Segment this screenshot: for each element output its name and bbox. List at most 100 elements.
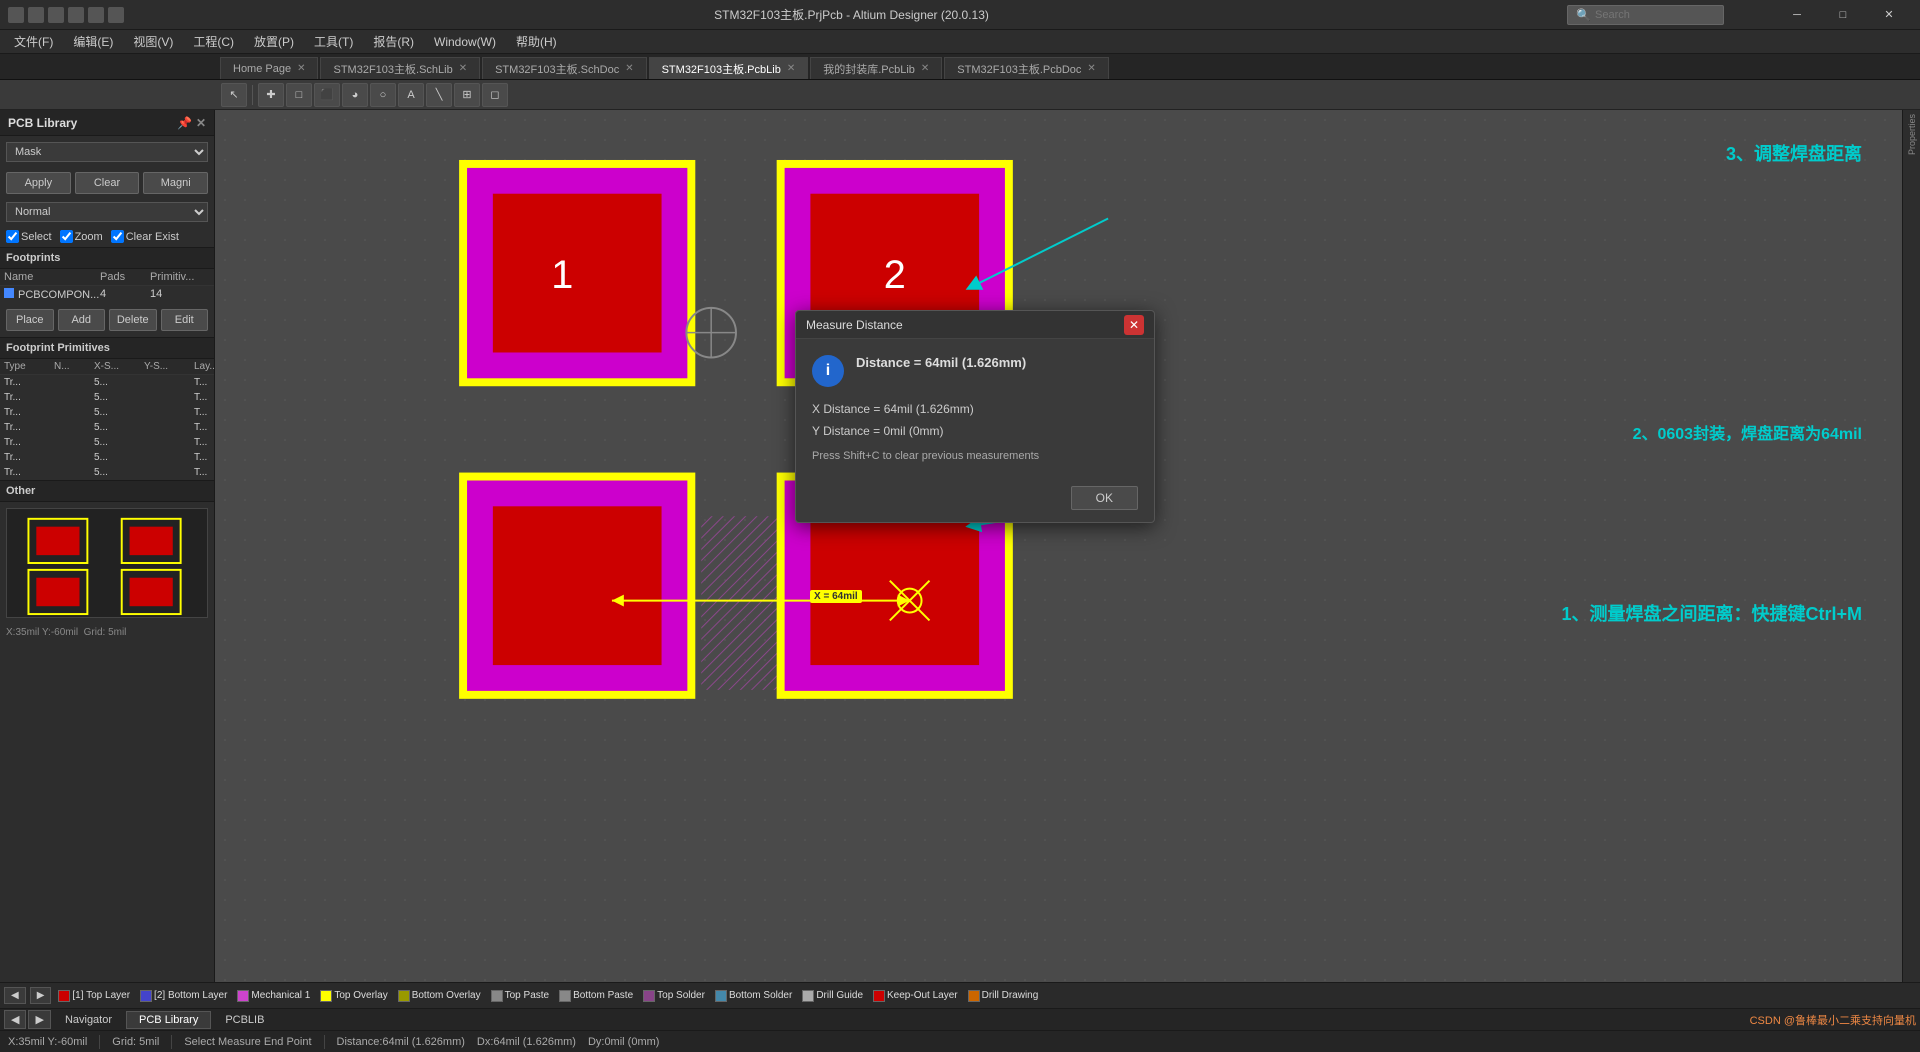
delete-button[interactable]: Delete bbox=[109, 309, 157, 331]
tab-pcblib-close[interactable]: ✕ bbox=[787, 63, 795, 74]
tab-schlib-close[interactable]: ✕ bbox=[459, 63, 467, 74]
place-button[interactable]: Place bbox=[6, 309, 54, 331]
layerbar-nav-prev[interactable]: ◀ bbox=[4, 987, 26, 1004]
layerbar-nav-next[interactable]: ▶ bbox=[30, 987, 52, 1004]
layer-keepout[interactable]: Keep-Out Layer bbox=[870, 990, 961, 1002]
panel-action-buttons: Apply Clear Magni bbox=[6, 172, 208, 194]
tab-homepage-close[interactable]: ✕ bbox=[297, 63, 305, 74]
tab-mypcblib-label: 我的封装库.PcbLib bbox=[823, 61, 915, 77]
normal-select[interactable]: Normal bbox=[6, 202, 208, 222]
toolbar-sep-1 bbox=[252, 85, 253, 105]
layer-drillguide[interactable]: Drill Guide bbox=[799, 990, 866, 1002]
tab-mypcblib[interactable]: 我的封装库.PcbLib ✕ bbox=[810, 57, 942, 79]
zoom-checkbox[interactable] bbox=[60, 230, 73, 243]
dialog-close-button[interactable]: ✕ bbox=[1124, 315, 1144, 335]
search-input[interactable] bbox=[1595, 9, 1715, 21]
menu-edit[interactable]: 编辑(E) bbox=[63, 31, 123, 52]
select-checkbox[interactable] bbox=[6, 230, 19, 243]
menu-view[interactable]: 视图(V) bbox=[123, 31, 183, 52]
search-box[interactable]: 🔍 bbox=[1567, 5, 1724, 25]
layer-top[interactable]: [1] Top Layer bbox=[55, 990, 133, 1002]
toolbar-btn-grid[interactable]: ⊞ bbox=[454, 83, 480, 107]
clearexist-checkbox-label[interactable]: Clear Exist bbox=[111, 230, 179, 243]
prim-row[interactable]: Tr...5...T... bbox=[0, 435, 214, 450]
layer-top-color bbox=[58, 990, 70, 1002]
maximize-button[interactable]: □ bbox=[1820, 0, 1866, 30]
pcb-canvas: 1 2 bbox=[215, 110, 1902, 982]
prim-row[interactable]: Tr...5...T... bbox=[0, 405, 214, 420]
tab-schdoc[interactable]: STM32F103主板.SchDoc ✕ bbox=[482, 57, 647, 79]
clearexist-label: Clear Exist bbox=[126, 231, 179, 243]
toolbar-btn-dim[interactable]: ◻ bbox=[482, 83, 508, 107]
tab-mypcblib-close[interactable]: ✕ bbox=[921, 63, 929, 74]
toolbar-btn-circle[interactable]: ○ bbox=[370, 83, 396, 107]
distance-main-text: Distance = 64mil (1.626mm) bbox=[856, 355, 1026, 370]
layer-topoverlay[interactable]: Top Overlay bbox=[317, 990, 390, 1002]
layer-bottom[interactable]: [2] Bottom Layer bbox=[137, 990, 230, 1002]
zoom-checkbox-label[interactable]: Zoom bbox=[60, 230, 103, 243]
nav-tab-pcblib[interactable]: PCBLIB bbox=[213, 1012, 276, 1028]
clear-button[interactable]: Clear bbox=[75, 172, 140, 194]
menu-tools[interactable]: 工具(T) bbox=[304, 31, 363, 52]
ok-button[interactable]: OK bbox=[1071, 486, 1138, 510]
footprint-row[interactable]: PCBCOMPON... 4 14 bbox=[0, 286, 214, 303]
nav-tab-pcblibrary[interactable]: PCB Library bbox=[126, 1011, 211, 1029]
panel-close-icon[interactable]: ✕ bbox=[196, 116, 206, 130]
menu-place[interactable]: 放置(P) bbox=[244, 31, 304, 52]
toolbar-btn-text[interactable]: A bbox=[398, 83, 424, 107]
prim-row[interactable]: Tr...5...T... bbox=[0, 420, 214, 435]
coords-display: X:35mil Y:-60mil Grid: 5mil bbox=[0, 624, 214, 641]
magni-button[interactable]: Magni bbox=[143, 172, 208, 194]
prim-row[interactable]: Tr...5...T... bbox=[0, 375, 214, 390]
mask-dropdown-container: Mask bbox=[6, 142, 208, 162]
layer-mech1-color bbox=[237, 990, 249, 1002]
close-button[interactable]: ✕ bbox=[1866, 0, 1912, 30]
layer-botsolder-color bbox=[715, 990, 727, 1002]
prim-row[interactable]: Tr...5...T... bbox=[0, 450, 214, 465]
layer-keepout-label: Keep-Out Layer bbox=[887, 990, 958, 1001]
menu-window[interactable]: Window(W) bbox=[424, 33, 506, 51]
edit-button[interactable]: Edit bbox=[161, 309, 209, 331]
select-label: Select bbox=[21, 231, 52, 243]
layer-topsolder[interactable]: Top Solder bbox=[640, 990, 708, 1002]
tab-pcblib[interactable]: STM32F103主板.PcbLib ✕ bbox=[649, 57, 809, 79]
menu-report[interactable]: 报告(R) bbox=[363, 31, 424, 52]
add-button[interactable]: Add bbox=[58, 309, 106, 331]
apply-button[interactable]: Apply bbox=[6, 172, 71, 194]
layer-toppaste[interactable]: Top Paste bbox=[488, 990, 552, 1002]
canvas-area[interactable]: 1 2 bbox=[215, 110, 1902, 982]
tab-pcbdoc-close[interactable]: ✕ bbox=[1087, 63, 1095, 74]
toolbar-btn-cursor[interactable]: ↖ bbox=[221, 83, 247, 107]
mask-select[interactable]: Mask bbox=[6, 142, 208, 162]
dialog-footer: OK bbox=[796, 478, 1154, 522]
clearexist-checkbox[interactable] bbox=[111, 230, 124, 243]
toolbar-btn-line[interactable]: ╲ bbox=[426, 83, 452, 107]
toolbar-btn-arc[interactable]: ◕ bbox=[342, 83, 368, 107]
tab-pcbdoc[interactable]: STM32F103主板.PcbDoc ✕ bbox=[944, 57, 1109, 79]
layer-botoverlay[interactable]: Bottom Overlay bbox=[395, 990, 484, 1002]
menu-project[interactable]: 工程(C) bbox=[183, 31, 244, 52]
nav-next-button[interactable]: ▶ bbox=[28, 1010, 50, 1029]
prim-row[interactable]: Tr...5...T... bbox=[0, 465, 214, 480]
prim-row[interactable]: Tr...5...T... bbox=[0, 390, 214, 405]
toolbar-btn-rect[interactable]: □ bbox=[286, 83, 312, 107]
toolbar-btn-fill[interactable]: ⬛ bbox=[314, 83, 340, 107]
status-sep-1 bbox=[99, 1035, 100, 1049]
layer-botpaste[interactable]: Bottom Paste bbox=[556, 990, 636, 1002]
distance-display: Distance:64mil (1.626mm) bbox=[337, 1036, 465, 1048]
tab-homepage[interactable]: Home Page ✕ bbox=[220, 57, 318, 79]
panel-header: PCB Library 📌 ✕ bbox=[0, 110, 214, 136]
select-checkbox-label[interactable]: Select bbox=[6, 230, 52, 243]
panel-pin-icon[interactable]: 📌 bbox=[177, 116, 192, 130]
tab-schdoc-close[interactable]: ✕ bbox=[625, 63, 633, 74]
minimize-button[interactable]: ─ bbox=[1774, 0, 1820, 30]
layer-botsolder[interactable]: Bottom Solder bbox=[712, 990, 795, 1002]
menu-help[interactable]: 帮助(H) bbox=[506, 31, 567, 52]
menu-file[interactable]: 文件(F) bbox=[4, 31, 63, 52]
layer-mech1[interactable]: Mechanical 1 bbox=[234, 990, 313, 1002]
nav-tab-navigator[interactable]: Navigator bbox=[53, 1012, 124, 1028]
layer-drilldrawing[interactable]: Drill Drawing bbox=[965, 990, 1042, 1002]
toolbar-btn-add[interactable]: ✚ bbox=[258, 83, 284, 107]
tab-schlib[interactable]: STM32F103主板.SchLib ✕ bbox=[320, 57, 480, 79]
nav-prev-button[interactable]: ◀ bbox=[4, 1010, 26, 1029]
